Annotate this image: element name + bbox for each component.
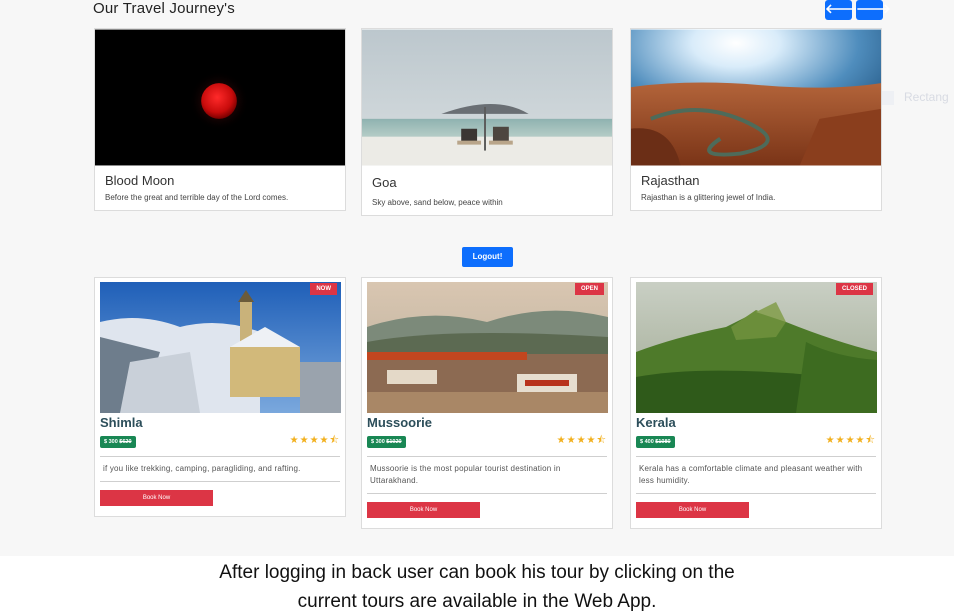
price-tag: $ 300 $1020 [367,435,406,448]
arrow-right-icon: 🡒 [856,2,891,17]
carousel-next-button[interactable]: 🡒 [856,0,891,20]
goa-beach-image [362,29,612,166]
logout-button[interactable]: Logout! [462,247,513,267]
price-old: $620 [119,438,132,445]
caption: After logging in back user can book his … [0,558,954,615]
journey-card[interactable]: Rajasthan Rajasthan is a glittering jewe… [630,28,882,211]
status-badge: NOW [310,283,337,295]
price-current: $ 400 [640,438,654,445]
shimla-image [100,282,341,413]
placeholder-square-icon [880,90,894,105]
star-rating-icon: ★★★★⯪ [289,435,340,446]
price-old: $1080 [655,438,671,445]
journey-title: Goa [372,175,397,190]
tour-card: CLOSED Kerala $ 400 $1080 ★★★★⯪ Kerala h… [630,277,882,529]
tour-name: Shimla [100,415,143,430]
tour-card: NOW Shimla $ 300 $620 ★★★★⯪ if you like … [94,277,346,517]
price-tag: $ 300 $620 [100,435,136,448]
blood-moon-image [95,29,345,166]
status-badge: OPEN [574,283,604,295]
price-tag: $ 400 $1080 [636,435,675,448]
kerala-image [636,282,877,413]
journey-title: Rajasthan [641,173,700,188]
divider [367,493,607,494]
page-title: Our Travel Journey's [93,0,235,17]
carousel-prev-button[interactable]: 🡐 [825,0,860,20]
star-rating-icon: ★★★★⯪ [825,435,876,446]
tour-name: Mussoorie [367,415,433,430]
journey-description: Sky above, sand below, peace within [372,198,503,207]
star-rating-icon: ★★★★⯪ [556,435,607,446]
arrow-left-icon: 🡐 [825,2,860,17]
price-old: $1020 [386,438,402,445]
journey-card[interactable]: Goa Sky above, sand below, peace within [361,28,613,216]
tour-card: OPEN Mussoorie $ 300 $1020 ★★★★⯪ Mussoor… [361,277,613,529]
ghost-placeholder: Rectang [880,90,949,105]
rajasthan-canyon-image [631,29,881,166]
divider [636,493,876,494]
journey-description: Before the great and terrible day of the… [105,193,289,202]
app-screen: Our Travel Journey's 🡐 🡒 Rectang Blood M… [0,0,954,556]
book-now-button[interactable]: Book Now [636,502,749,518]
tour-description: Kerala has a comfortable climate and ple… [639,464,863,485]
journey-description: Rajasthan is a glittering jewel of India… [641,193,776,202]
journey-title: Blood Moon [105,173,175,188]
tour-description: Mussoorie is the most popular tourist de… [370,464,561,485]
mussoorie-image [367,282,608,413]
status-badge: CLOSED [835,283,873,295]
price-current: $ 300 [104,438,118,445]
caption-line: After logging in back user can book his … [219,562,735,583]
price-current: $ 300 [371,438,385,445]
caption-line: current tours are available in the Web A… [297,591,657,612]
journey-card[interactable]: Blood Moon Before the great and terrible… [94,28,346,211]
book-now-button[interactable]: Book Now [100,490,213,506]
book-now-button[interactable]: Book Now [367,502,480,518]
divider [100,481,340,482]
tour-description: if you like trekking, camping, paraglidi… [103,464,301,473]
tour-name: Kerala [636,415,676,430]
